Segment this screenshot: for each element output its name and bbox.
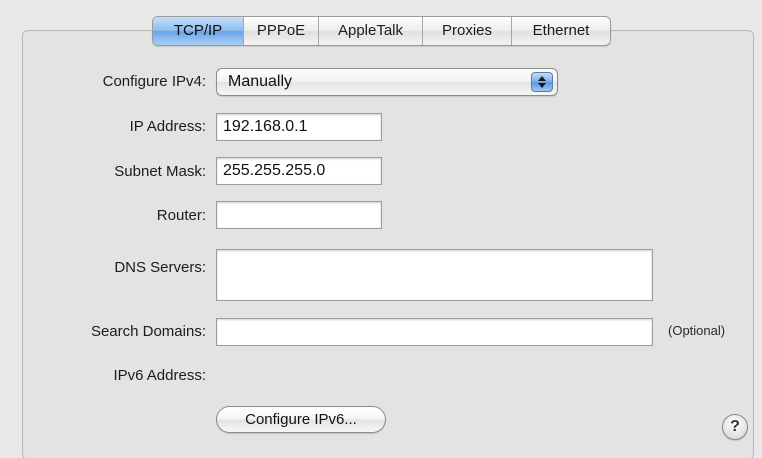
tab-proxies[interactable]: Proxies	[422, 17, 511, 45]
tab-tcp-ip[interactable]: TCP/IP	[153, 17, 243, 45]
subnet-mask-field[interactable]	[216, 157, 382, 185]
tab-ethernet[interactable]: Ethernet	[511, 17, 610, 45]
optional-hint: (Optional)	[668, 323, 726, 338]
network-preferences-window: TCP/IP PPPoE AppleTalk Proxies Ethernet …	[0, 0, 762, 458]
router-field[interactable]	[216, 201, 382, 229]
configure-ipv4-label: Configure IPv4:	[102, 73, 206, 90]
configure-ipv4-value: Manually	[228, 73, 293, 90]
tab-appletalk[interactable]: AppleTalk	[318, 17, 422, 45]
help-button[interactable]: ?	[722, 414, 748, 440]
configure-ipv4-popup[interactable]: Manually	[216, 68, 558, 96]
dns-servers-label: DNS Servers:	[114, 259, 206, 276]
up-down-arrows-icon	[531, 72, 553, 92]
search-domains-label: Search Domains:	[90, 323, 206, 340]
question-mark-icon: ?	[730, 418, 740, 435]
ip-address-field[interactable]	[216, 113, 382, 141]
subnet-mask-label: Subnet Mask:	[114, 163, 206, 180]
configure-ipv6-button[interactable]: Configure IPv6...	[216, 406, 386, 433]
dns-servers-field[interactable]	[216, 249, 653, 301]
ip-address-label: IP Address:	[129, 118, 206, 135]
ipv6-address-label: IPv6 Address:	[113, 367, 206, 384]
tab-pppoe[interactable]: PPPoE	[243, 17, 318, 45]
search-domains-field[interactable]	[216, 318, 653, 346]
tab-bar: TCP/IP PPPoE AppleTalk Proxies Ethernet	[152, 16, 611, 46]
router-label: Router:	[156, 207, 206, 224]
